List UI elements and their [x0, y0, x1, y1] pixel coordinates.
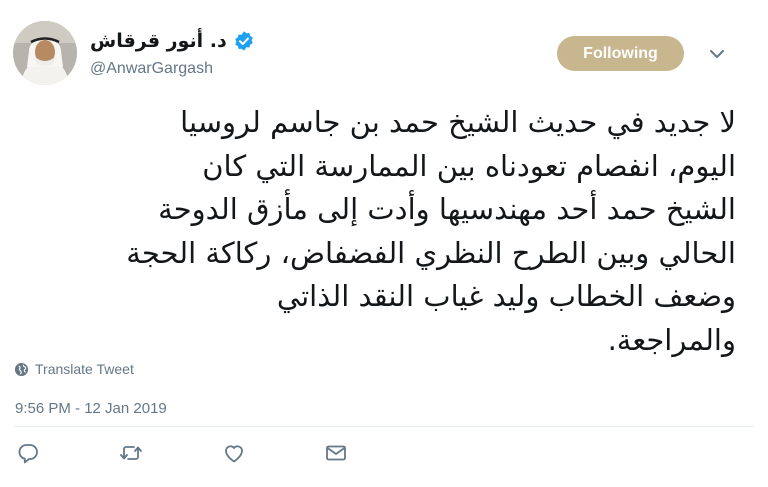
- tweet-line: وضعف الخطاب وليد غياب النقد الذاتي: [276, 279, 736, 313]
- avatar[interactable]: [13, 21, 77, 85]
- tweet-timestamp[interactable]: 9:56 PM - 12 Jan 2019: [15, 400, 167, 417]
- envelope-icon[interactable]: [324, 441, 348, 465]
- tweet-text: لا جديد في حديث الشيخ حمد بن جاسم لروسيا…: [20, 101, 736, 362]
- user-name-row[interactable]: د. أنور قرقاش: [90, 28, 255, 54]
- retweet-icon[interactable]: [119, 441, 143, 465]
- reply-icon[interactable]: [16, 441, 40, 465]
- tweet-line: والمراجعة.: [607, 322, 736, 357]
- tweet-line: اليوم، انفصام تعودناه بين الممارسة التي …: [202, 148, 736, 183]
- profile-photo-icon: [13, 21, 77, 85]
- verified-badge-icon: [234, 31, 253, 51]
- translate-tweet-link[interactable]: Translate Tweet: [14, 359, 134, 379]
- following-button[interactable]: Following: [557, 36, 684, 71]
- globe-icon: [14, 362, 29, 376]
- tweet-menu-caret[interactable]: [706, 44, 728, 64]
- chevron-down-icon: [710, 50, 724, 58]
- heart-icon[interactable]: [222, 441, 246, 465]
- tweet-line: لا جديد في حديث الشيخ حمد بن جاسم لروسيا: [180, 105, 736, 139]
- display-name[interactable]: د. أنور قرقاش: [90, 30, 227, 52]
- translate-label[interactable]: Translate Tweet: [35, 361, 134, 377]
- user-handle[interactable]: @AnwarGargash: [90, 60, 213, 78]
- tweet-line: الشيخ حمد أحد مهندسيها وأدت إلى مأزق الد…: [158, 192, 736, 226]
- divider: [14, 426, 754, 427]
- tweet-line: الحالي وبين الطرح النظري الفضفاض، ركاكة …: [126, 235, 736, 270]
